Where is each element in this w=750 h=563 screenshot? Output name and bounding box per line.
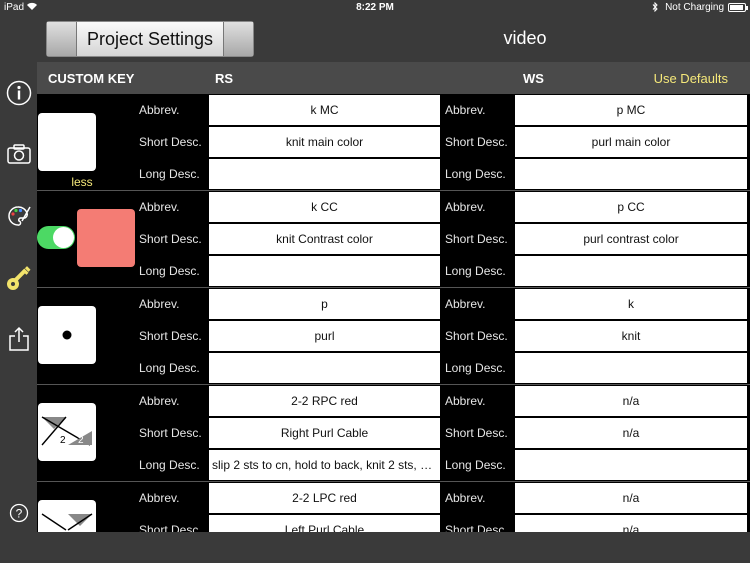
help-icon[interactable]: ?: [5, 499, 33, 527]
list-item: Abbrev. k CC Abbrev. p CC Short Desc. kn…: [37, 191, 750, 288]
short-desc-label: Short Desc.: [445, 135, 508, 149]
rs-abbrev-field[interactable]: 2-2 LPC red: [209, 483, 440, 513]
short-desc-label: Short Desc.: [139, 135, 202, 149]
rs-short-desc-field[interactable]: knit Contrast color: [209, 224, 440, 254]
rs-short-desc-field[interactable]: purl: [209, 321, 440, 351]
long-desc-label: Long Desc.: [445, 361, 506, 375]
short-desc-label: Short Desc.: [139, 426, 202, 440]
rs-abbrev-field[interactable]: p: [209, 289, 440, 319]
ws-abbrev-field[interactable]: p MC: [515, 95, 747, 125]
bottom-bar: [0, 532, 750, 563]
key-list[interactable]: less Abbrev. k MC Abbrev. p MC Short Des…: [37, 94, 750, 532]
rs-short-desc-field[interactable]: Left Purl Cable: [209, 515, 440, 532]
ws-long-desc-field[interactable]: [515, 353, 747, 383]
rs-abbrev-field[interactable]: k MC: [209, 95, 440, 125]
rs-abbrev-field[interactable]: k CC: [209, 192, 440, 222]
list-item: 2 2 Abbrev. 2-2 RPC red Abbrev. n/a Shor…: [37, 385, 750, 482]
status-bar: iPad 8:22 PM Not Charging: [0, 0, 750, 16]
ws-short-desc-field[interactable]: n/a: [515, 418, 747, 448]
charge-status: Not Charging: [665, 2, 724, 13]
short-desc-label: Short Desc.: [445, 426, 508, 440]
short-desc-label: Short Desc.: [445, 329, 508, 343]
ws-long-desc-field[interactable]: [515, 256, 747, 286]
use-defaults-button[interactable]: Use Defaults: [654, 71, 728, 86]
ws-long-desc-field[interactable]: [515, 159, 747, 189]
abbrev-label: Abbrev.: [445, 297, 486, 311]
rs-short-desc-field[interactable]: Right Purl Cable: [209, 418, 440, 448]
long-desc-label: Long Desc.: [445, 458, 506, 472]
short-desc-label: Short Desc.: [139, 232, 202, 246]
rs-long-desc-field[interactable]: slip 2 sts to cn, hold to back, knit 2 s…: [209, 450, 440, 480]
short-desc-label: Short Desc.: [139, 329, 202, 343]
info-icon[interactable]: [5, 79, 33, 107]
long-desc-label: Long Desc.: [139, 167, 200, 181]
short-desc-label: Short Desc.: [445, 523, 508, 532]
long-desc-label: Long Desc.: [139, 458, 200, 472]
palette-icon[interactable]: [5, 202, 33, 230]
custom-key-header: CUSTOM KEY: [48, 71, 135, 86]
abbrev-label: Abbrev.: [139, 394, 180, 408]
key-icon[interactable]: [5, 264, 33, 292]
list-item: Abbrev. 2-2 LPC red Abbrev. n/a Short De…: [37, 482, 750, 532]
list-item: Abbrev. p Abbrev. k Short Desc. purl Sho…: [37, 288, 750, 385]
long-desc-label: Long Desc.: [139, 264, 200, 278]
abbrev-label: Abbrev.: [139, 491, 180, 505]
abbrev-label: Abbrev.: [139, 103, 180, 117]
segment-left-cap[interactable]: [47, 22, 77, 56]
project-settings-label: Project Settings: [77, 22, 223, 56]
abbrev-label: Abbrev.: [445, 491, 486, 505]
rs-long-desc-field[interactable]: [209, 159, 440, 189]
ws-long-desc-field[interactable]: [515, 450, 747, 480]
short-desc-label: Short Desc.: [445, 232, 508, 246]
abbrev-label: Abbrev.: [139, 200, 180, 214]
abbrev-label: Abbrev.: [445, 200, 486, 214]
ws-short-desc-field[interactable]: knit: [515, 321, 747, 351]
long-desc-label: Long Desc.: [445, 167, 506, 181]
ws-abbrev-field[interactable]: n/a: [515, 386, 747, 416]
project-settings-button[interactable]: Project Settings: [46, 21, 254, 57]
ws-abbrev-field[interactable]: k: [515, 289, 747, 319]
bluetooth-icon: [652, 1, 658, 15]
rs-short-desc-field[interactable]: knit main color: [209, 127, 440, 157]
ws-abbrev-field[interactable]: n/a: [515, 483, 747, 513]
short-desc-label: Short Desc.: [139, 523, 202, 532]
ws-short-desc-field[interactable]: n/a: [515, 515, 747, 532]
rs-long-desc-field[interactable]: [209, 353, 440, 383]
abbrev-label: Abbrev.: [139, 297, 180, 311]
share-icon[interactable]: [5, 325, 33, 353]
page-title: video: [503, 28, 547, 48]
ws-abbrev-field[interactable]: p CC: [515, 192, 747, 222]
rs-header: RS: [215, 71, 234, 86]
camera-icon[interactable]: [5, 140, 33, 168]
battery-icon: [728, 3, 748, 12]
long-desc-label: Long Desc.: [445, 264, 506, 278]
sidebar: ?: [0, 62, 37, 532]
segment-right-cap[interactable]: [223, 22, 253, 56]
ws-short-desc-field[interactable]: purl contrast color: [515, 224, 747, 254]
ws-short-desc-field[interactable]: purl main color: [515, 127, 747, 157]
rs-long-desc-field[interactable]: [209, 256, 440, 286]
list-item: less Abbrev. k MC Abbrev. p MC Short Des…: [37, 94, 750, 191]
abbrev-label: Abbrev.: [445, 103, 486, 117]
abbrev-label: Abbrev.: [445, 394, 486, 408]
long-desc-label: Long Desc.: [139, 361, 200, 375]
clock: 8:22 PM: [356, 2, 394, 13]
ws-header: WS: [523, 71, 544, 86]
column-header: CUSTOM KEY RS WS Use Defaults: [37, 62, 750, 94]
svg-text:?: ?: [16, 507, 23, 521]
rs-abbrev-field[interactable]: 2-2 RPC red: [209, 386, 440, 416]
